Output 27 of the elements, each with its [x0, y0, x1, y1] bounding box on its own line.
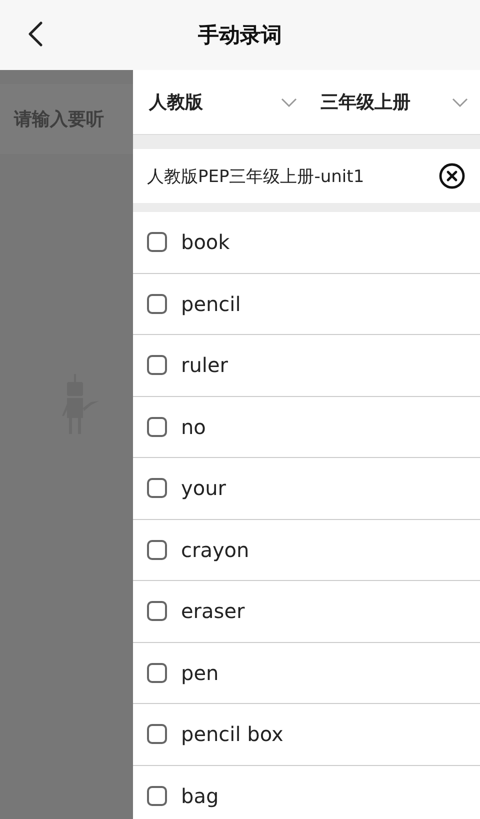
- checkbox[interactable]: [147, 416, 167, 437]
- word-item[interactable]: no: [133, 396, 480, 458]
- unit-label: 人教版PEP三年级上册-unit1: [147, 166, 364, 188]
- word-item[interactable]: eraser: [133, 581, 480, 642]
- checkbox[interactable]: [147, 294, 167, 314]
- checkbox[interactable]: [147, 478, 167, 498]
- checkbox[interactable]: [147, 724, 167, 744]
- word-item[interactable]: pencil: [133, 274, 480, 335]
- word-item[interactable]: ruler: [133, 335, 480, 396]
- filter-dropdown[interactable]: 三年级上册: [314, 70, 480, 134]
- page-title: 手动录词: [198, 22, 282, 49]
- chevron-down-icon: [280, 98, 296, 106]
- word-item[interactable]: pencil box: [133, 704, 480, 766]
- clear-icon[interactable]: [438, 162, 466, 190]
- chevron-down-icon: [452, 98, 468, 106]
- checkbox[interactable]: [147, 662, 167, 683]
- checkbox[interactable]: [147, 232, 167, 252]
- checkbox[interactable]: [147, 786, 167, 806]
- filter-dropdown[interactable]: 人教版: [133, 70, 314, 134]
- word-item[interactable]: crayon: [133, 520, 480, 581]
- checkbox[interactable]: [147, 355, 167, 376]
- checkbox[interactable]: [147, 601, 167, 622]
- word-item[interactable]: book: [133, 212, 480, 274]
- checkbox[interactable]: [147, 540, 167, 560]
- word-item[interactable]: your: [133, 458, 480, 520]
- word-item[interactable]: bag: [133, 766, 480, 819]
- word-item[interactable]: pen: [133, 642, 480, 704]
